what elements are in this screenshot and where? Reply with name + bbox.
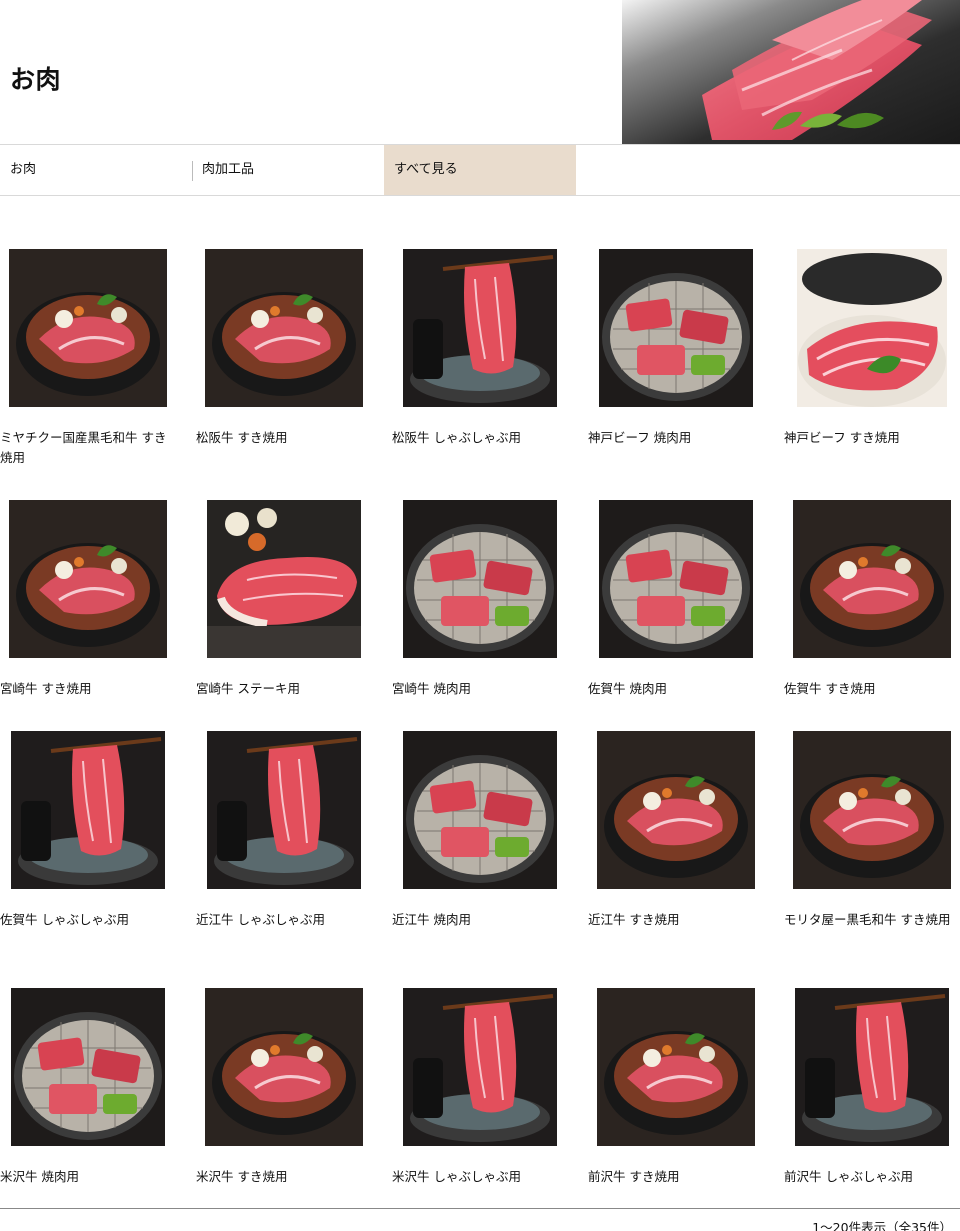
shabu-chopsticks-image[interactable] xyxy=(784,979,960,1155)
sukiyaki-pot-image[interactable] xyxy=(784,722,960,898)
product-name[interactable]: 宮崎牛 焼肉用 xyxy=(392,679,564,699)
sukiyaki-pot-image[interactable] xyxy=(0,491,176,667)
product-name[interactable]: 神戸ビーフ すき焼用 xyxy=(784,428,956,448)
product-name[interactable]: 近江牛 焼肉用 xyxy=(392,910,564,930)
shabu-chopsticks-image[interactable] xyxy=(196,722,372,898)
category-tabs: お肉 肉加工品 すべて見る xyxy=(0,144,960,196)
steak-image[interactable] xyxy=(196,491,372,667)
tab-processed-meat[interactable]: 肉加工品 xyxy=(192,145,384,195)
product-name[interactable]: 米沢牛 焼肉用 xyxy=(0,1167,172,1187)
yakiniku-grill-image[interactable] xyxy=(588,491,764,667)
product-name[interactable]: 近江牛 しゃぶしゃぶ用 xyxy=(196,910,368,930)
product-name[interactable]: 前沢牛 すき焼用 xyxy=(588,1167,760,1187)
page-header: お肉 xyxy=(0,0,960,144)
product-name[interactable]: 佐賀牛 すき焼用 xyxy=(784,679,956,699)
yakiniku-grill-image[interactable] xyxy=(392,722,568,898)
raw-beef-plate-image[interactable] xyxy=(784,240,960,416)
product-name[interactable]: 宮崎牛 すき焼用 xyxy=(0,679,172,699)
product-name[interactable]: モリタ屋ー黒毛和牛 すき焼用 xyxy=(784,910,956,930)
yakiniku-grill-image[interactable] xyxy=(0,979,176,1155)
shabu-chopsticks-image[interactable] xyxy=(392,240,568,416)
product-name[interactable]: 近江牛 すき焼用 xyxy=(588,910,760,930)
product-name[interactable]: 神戸ビーフ 焼肉用 xyxy=(588,428,760,448)
page-title: お肉 xyxy=(10,65,62,94)
product-name[interactable]: 松阪牛 しゃぶしゃぶ用 xyxy=(392,428,564,448)
result-count: 1～20件表示（全35件） xyxy=(812,1220,952,1231)
sukiyaki-pot-image[interactable] xyxy=(784,491,960,667)
product-name[interactable]: 宮崎牛 ステーキ用 xyxy=(196,679,368,699)
product-name[interactable]: ミヤチクー国産黒毛和牛 すき焼用 xyxy=(0,428,172,468)
sukiyaki-pot-image[interactable] xyxy=(0,240,176,416)
tab-view-all[interactable]: すべて見る xyxy=(384,145,576,195)
yakiniku-grill-image[interactable] xyxy=(588,240,764,416)
sukiyaki-pot-image[interactable] xyxy=(196,240,372,416)
sukiyaki-pot-image[interactable] xyxy=(588,979,764,1155)
product-name[interactable]: 佐賀牛 焼肉用 xyxy=(588,679,760,699)
sukiyaki-pot-image[interactable] xyxy=(196,979,372,1155)
product-name[interactable]: 松阪牛 すき焼用 xyxy=(196,428,368,448)
product-name[interactable]: 米沢牛 すき焼用 xyxy=(196,1167,368,1187)
hero-image xyxy=(622,0,960,144)
product-name[interactable]: 前沢牛 しゃぶしゃぶ用 xyxy=(784,1167,956,1187)
shabu-chopsticks-image[interactable] xyxy=(392,979,568,1155)
product-name[interactable]: 佐賀牛 しゃぶしゃぶ用 xyxy=(0,910,172,930)
shabu-chopsticks-image[interactable] xyxy=(0,722,176,898)
sukiyaki-pot-image[interactable] xyxy=(588,722,764,898)
yakiniku-grill-image[interactable] xyxy=(392,491,568,667)
product-name[interactable]: 米沢牛 しゃぶしゃぶ用 xyxy=(392,1167,564,1187)
pagination-footer: 1～20件表示（全35件） xyxy=(0,1208,960,1231)
tab-meat[interactable]: お肉 xyxy=(0,145,192,195)
